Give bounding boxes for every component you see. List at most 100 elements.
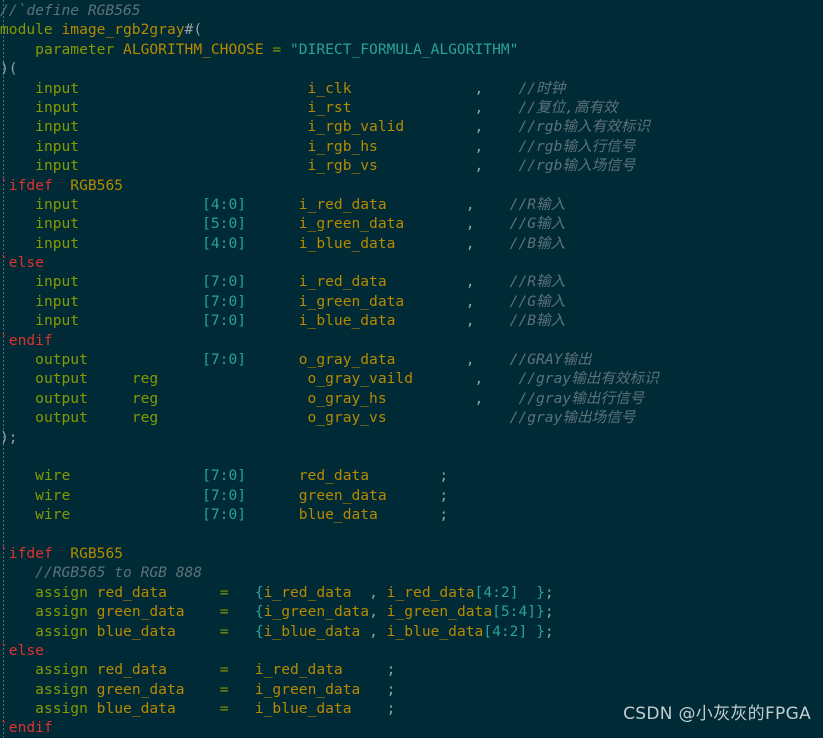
code-line[interactable]: input i_rgb_valid , //rgb输入有效标识 [0,117,823,136]
code-token: ; [386,661,396,679]
code-line[interactable]: `else [0,253,823,272]
code-token: //RGB565 to RGB 888 [35,564,203,582]
code-line[interactable]: output reg o_gray_vaild , //gray输出有效标识 [0,369,823,388]
code-token: `else [0,254,44,272]
code-line[interactable]: output reg o_gray_hs , //gray输出行信号 [0,389,823,408]
code-line[interactable]: wire [7:0] red_data ; [0,466,823,485]
code-token: output [35,389,88,407]
code-line[interactable]: input i_rst , //复位,高有效 [0,98,823,117]
code-token: assign [35,661,97,679]
code-line[interactable]: input [7:0] i_green_data , //G输入 [0,292,823,311]
code-line[interactable]: output reg o_gray_vs //gray输出场信号 [0,408,823,427]
code-line[interactable]: input [7:0] i_blue_data , //B输入 [0,311,823,330]
code-token: o_gray_hs [307,389,387,407]
code-line[interactable]: module image_rgb2gray#( [0,20,823,39]
code-token: assign [35,680,97,698]
code-line[interactable]: input i_clk , //时钟 [0,79,823,98]
code-line[interactable]: output [7:0] o_gray_data , //GRAY输出 [0,350,823,369]
code-token: = [272,40,290,58]
code-token: , [369,622,387,640]
code-line[interactable]: `else [0,641,823,660]
code-line[interactable]: ); [0,428,823,447]
code-line[interactable]: //`define RGB565 [0,1,823,20]
code-line[interactable]: wire [7:0] blue_data ; [0,505,823,524]
code-token: //gray输出有效标识 [518,370,659,388]
code-token: i_blue_data [254,700,352,718]
code-line[interactable]: `ifdef RGB565 [0,176,823,195]
code-token: input [35,98,80,116]
code-token: #( [184,21,203,39]
code-line[interactable]: wire [7:0] green_data ; [0,486,823,505]
code-token: green_data [298,486,387,504]
code-line[interactable]: `endif [0,331,823,350]
code-line[interactable] [0,447,823,466]
code-token: , [474,370,484,388]
code-token: [7:0] [202,292,247,310]
code-token: RGB565 [70,544,124,562]
code-line[interactable]: assign blue_data = {i_blue_data , i_blue… [0,622,823,641]
code-line[interactable]: assign green_data = {i_green_data, i_gre… [0,602,823,621]
code-token: [7:0] [202,273,247,291]
code-line[interactable] [0,525,823,544]
code-token: `ifdef [0,176,53,194]
code-line[interactable]: assign red_data = {i_red_data , i_red_da… [0,583,823,602]
code-line[interactable]: parameter ALGORITHM_CHOOSE = "DIRECT_FOR… [0,40,823,59]
code-line[interactable]: input [5:0] i_green_data , //G输入 [0,214,823,233]
code-line[interactable]: input [7:0] i_red_data , //R输入 [0,272,823,291]
code-line[interactable]: input [4:0] i_red_data , //R输入 [0,195,823,214]
code-token: o_gray_vaild [307,370,413,388]
code-token: } [536,622,545,640]
code-line[interactable]: assign red_data = i_red_data ; [0,660,823,679]
code-line[interactable]: )( [0,59,823,78]
code-token: //GRAY输出 [509,351,592,369]
code-token: output [35,370,88,388]
code-token: assign [35,603,97,621]
code-line[interactable]: input i_rgb_vs , //rgb输入场信号 [0,156,823,175]
code-token: )( [0,60,18,78]
code-token: `endif [0,719,53,737]
code-content[interactable]: //`define RGB565 module image_rgb2gray#( … [0,1,823,738]
code-token: red_data [96,661,167,679]
code-token: reg [131,370,159,388]
code-line[interactable]: `ifdef RGB565 [0,544,823,563]
code-token: } [536,583,545,601]
code-token: { [254,622,264,640]
code-token: ; [544,622,554,640]
code-line[interactable]: input i_rgb_hs , //rgb输入行信号 [0,137,823,156]
code-token: ; [544,583,554,601]
code-token: i_green_data [263,603,370,621]
code-token: ; [386,680,396,698]
code-token: i_blue_data [386,622,484,640]
code-token: [7:0] [202,351,247,369]
code-line[interactable]: assign green_data = i_green_data ; [0,680,823,699]
code-editor[interactable]: //`define RGB565 module image_rgb2gray#( … [0,0,823,738]
code-token: , [465,273,475,291]
code-line[interactable]: input [4:0] i_blue_data , //B输入 [0,234,823,253]
code-token: blue_data [298,506,378,524]
code-line[interactable]: //RGB565 to RGB 888 [0,563,823,582]
code-token: i_red_data [386,583,475,601]
